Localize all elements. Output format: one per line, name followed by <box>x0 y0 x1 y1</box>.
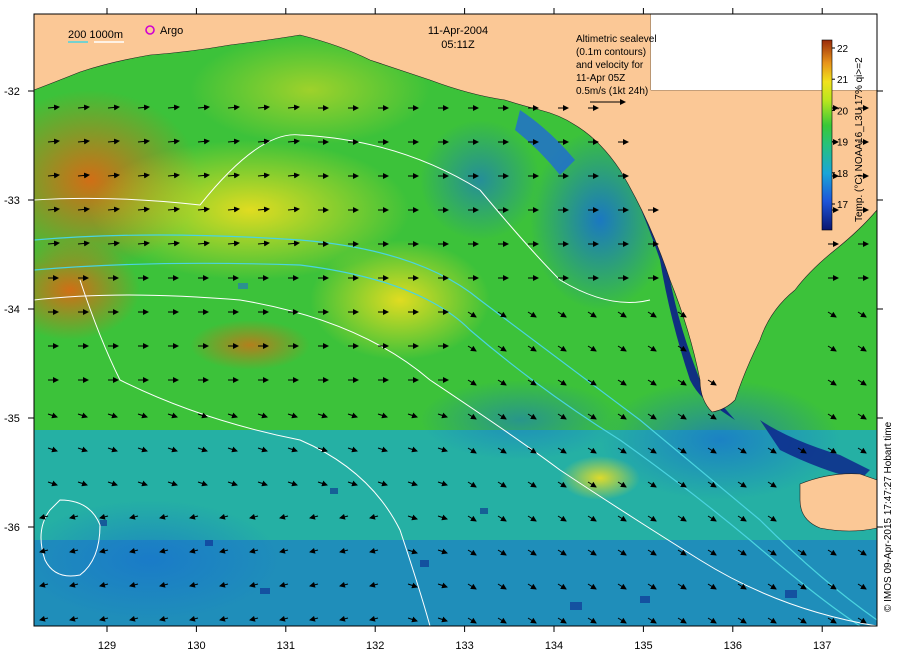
colorbar-tick-label: 22 <box>837 44 849 55</box>
note-line-1: Altimetric sealevel <box>576 34 657 45</box>
colorbar-ramp <box>821 39 833 231</box>
note-line-4: 11-Apr 05Z <box>576 73 625 84</box>
title-date: 11-Apr-2004 <box>428 25 488 37</box>
colorbar-tick-label: 19 <box>837 138 849 149</box>
x-tick-label: 130 <box>187 640 205 652</box>
colorbar-tick-label: 21 <box>837 75 849 86</box>
y-tick-label: -32 <box>4 86 20 98</box>
sst-map: 129 130 131 132 133 134 135 136 137 -32 -33 -34 -35… <box>4 8 894 652</box>
x-tick-label: 134 <box>545 640 563 652</box>
isobath-legend-label: 200 1000m <box>68 29 123 41</box>
x-tick-label: 133 <box>455 640 473 652</box>
colorbar-label: Temp. (°C) NOAA16_L3U 17% qi>=2 <box>854 57 865 222</box>
note-line-3: and velocity for <box>576 60 644 71</box>
colorbar-tick-label: 18 <box>837 169 849 180</box>
note-line-2: (0.1m contours) <box>576 47 646 58</box>
x-tick-label: 135 <box>634 640 652 652</box>
title-time: 05:11Z <box>441 39 475 51</box>
credit-text: © IMOS 09-Apr-2015 17:47:27 Hobart time <box>883 421 894 612</box>
x-tick-label: 132 <box>366 640 384 652</box>
x-tick-label: 137 <box>813 640 831 652</box>
x-tick-label: 131 <box>277 640 295 652</box>
y-tick-label: -34 <box>4 304 20 316</box>
note-line-5: 0.5m/s (1kt 24h) <box>576 86 648 97</box>
x-tick-label: 136 <box>724 640 742 652</box>
colorbar-tick-label: 17 <box>837 200 849 211</box>
x-tick-label: 129 <box>98 640 116 652</box>
y-tick-label: -36 <box>4 522 20 534</box>
argo-legend-label: Argo <box>160 25 183 37</box>
isobath-legend: 200 1000m <box>68 29 124 43</box>
y-tick-label: -35 <box>4 413 20 425</box>
y-tick-label: -33 <box>4 195 20 207</box>
colorbar-tick-label: 20 <box>837 106 849 117</box>
